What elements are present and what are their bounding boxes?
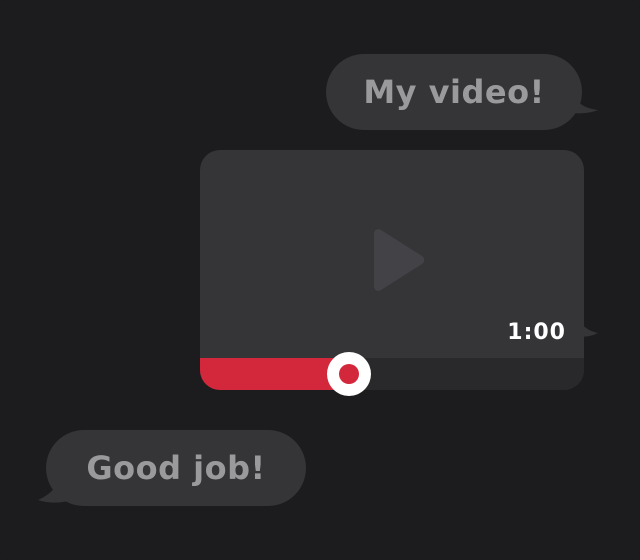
video-duration: 1:00 xyxy=(507,320,566,345)
video-progress-bar[interactable] xyxy=(200,358,584,390)
outgoing-message-bubble[interactable]: My video! xyxy=(326,54,582,130)
play-icon[interactable] xyxy=(370,228,426,292)
video-progress-fill xyxy=(200,358,348,390)
chat-window: My video! 1:00 Good job! xyxy=(0,0,640,560)
scrubber-knob-center xyxy=(339,364,359,384)
incoming-message-bubble[interactable]: Good job! xyxy=(46,430,306,506)
video-scrubber-knob[interactable] xyxy=(327,352,371,396)
